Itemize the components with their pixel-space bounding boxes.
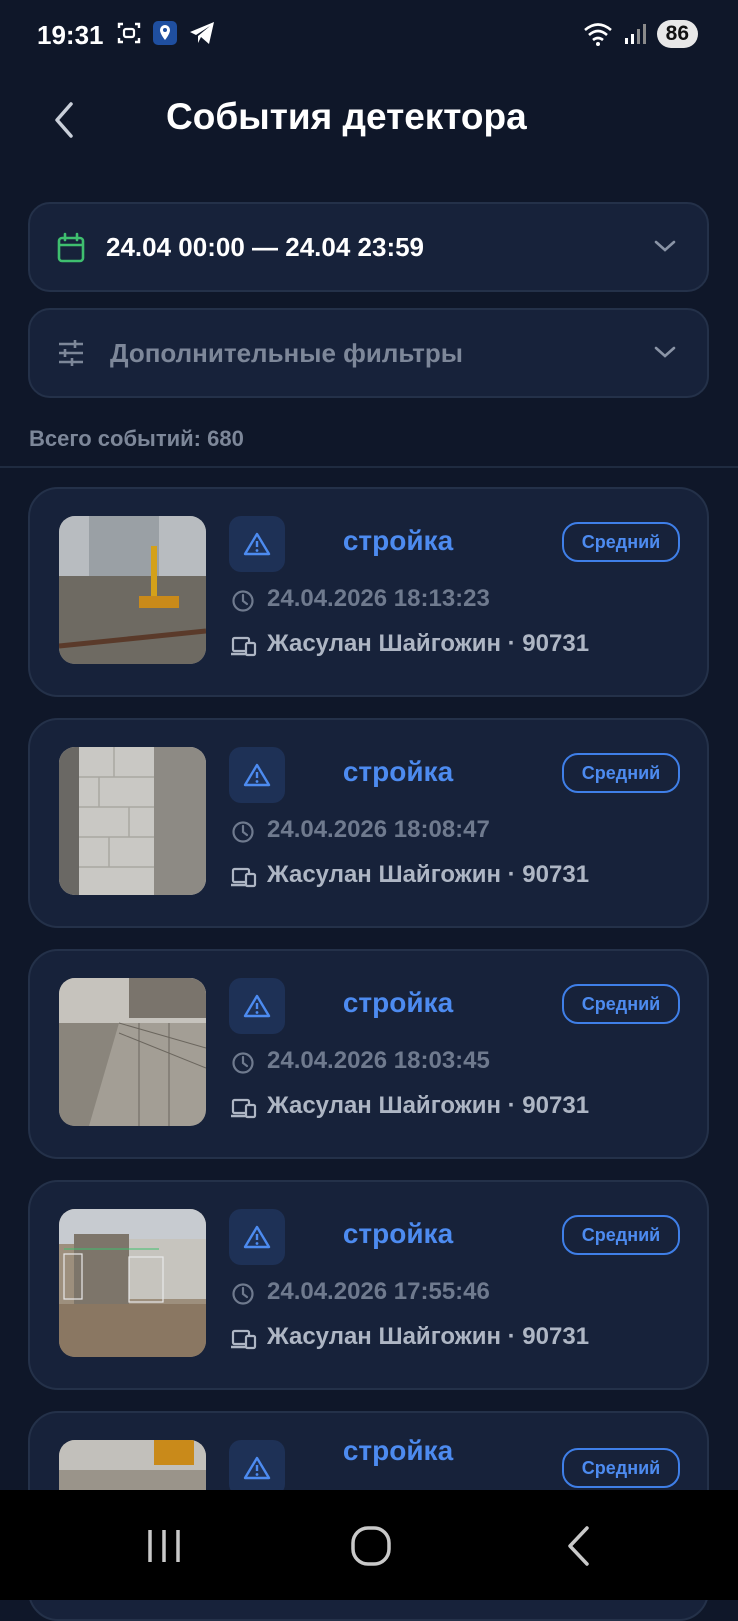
devices-icon — [231, 867, 257, 888]
extra-filters-label: Дополнительные фильтры — [110, 338, 463, 368]
severity-badge: Средний — [562, 984, 680, 1024]
warning-icon-box — [229, 978, 285, 1034]
event-thumbnail — [59, 978, 206, 1126]
chevron-left-icon — [55, 102, 73, 138]
severity-badge: Средний — [562, 753, 680, 793]
event-card[interactable]: стройка Средний 24.04.2026 18:03:45 Жасу… — [28, 949, 709, 1159]
wifi-icon — [583, 23, 612, 46]
warning-icon — [243, 1456, 271, 1480]
event-timestamp: 24.04.2026 18:13:23 — [267, 585, 490, 612]
chevron-down-icon — [654, 240, 676, 252]
event-title: стройка — [342, 1435, 454, 1466]
warning-icon — [243, 1225, 271, 1249]
chevron-down-icon — [654, 346, 676, 358]
extra-filters-dropdown[interactable]: Дополнительные фильтры — [28, 308, 709, 398]
date-range-filter[interactable]: 24.04 00:00 — 24.04 23:59 — [28, 202, 709, 292]
signal-icon — [624, 24, 646, 44]
battery-level: 86 — [656, 20, 698, 48]
devices-icon — [231, 1329, 257, 1350]
event-timestamp: 24.04.2026 18:03:45 — [267, 1047, 490, 1074]
event-card[interactable]: стройка Средний 24.04.2026 18:08:47 Жасу… — [28, 718, 709, 928]
devices-icon — [231, 1098, 257, 1119]
home-icon — [351, 1526, 391, 1566]
event-title: стройка — [342, 1218, 454, 1249]
event-card[interactable]: стройка Средний 24.04.2026 17:55:46 Жасу… — [28, 1180, 709, 1390]
clock-icon — [232, 1052, 254, 1074]
devices-icon — [231, 636, 257, 657]
divider — [0, 466, 738, 468]
event-device: Жасулан Шайгожин · 90731 — [267, 861, 590, 888]
event-thumbnail — [59, 516, 206, 664]
home-button[interactable] — [341, 1518, 401, 1574]
warning-icon — [243, 994, 271, 1018]
severity-badge: Средний — [562, 1215, 680, 1255]
telegram-icon — [190, 22, 214, 44]
event-title: стройка — [342, 525, 454, 556]
event-title: стройка — [342, 987, 454, 1018]
system-navigation-bar — [0, 1490, 738, 1600]
clock-icon — [232, 1283, 254, 1305]
nav-back-icon — [568, 1526, 589, 1566]
status-time: 19:31 — [37, 20, 104, 50]
severity-badge: Средний — [562, 1448, 680, 1488]
page-title: События детектора — [166, 96, 527, 137]
recent-apps-icon — [148, 1530, 180, 1562]
event-device: Жасулан Шайгожин · 90731 — [267, 1092, 590, 1119]
event-title: стройка — [342, 756, 454, 787]
warning-icon-box — [229, 1209, 285, 1265]
date-range-label: 24.04 00:00 — 24.04 23:59 — [106, 232, 425, 262]
event-device: Жасулан Шайгожин · 90731 — [267, 1323, 590, 1350]
warning-icon-box — [229, 747, 285, 803]
location-app-icon — [153, 21, 177, 45]
event-thumbnail — [59, 1209, 206, 1357]
recent-apps-button[interactable] — [134, 1518, 194, 1574]
severity-badge: Средний — [562, 522, 680, 562]
event-card[interactable]: стройка Средний 24.04.2026 18:13:23 Жасу… — [28, 487, 709, 697]
clock-icon — [232, 821, 254, 843]
warning-icon — [243, 763, 271, 787]
status-right-icons: 86 — [583, 20, 698, 48]
back-button[interactable] — [44, 96, 84, 144]
sliders-icon — [59, 340, 83, 366]
event-thumbnail — [59, 747, 206, 895]
warning-icon-box — [229, 516, 285, 572]
event-timestamp: 24.04.2026 17:55:46 — [267, 1278, 490, 1305]
calendar-icon — [57, 232, 85, 263]
clock-icon — [232, 590, 254, 612]
event-timestamp: 24.04.2026 18:08:47 — [267, 816, 490, 843]
total-events-count: Всего событий: 680 — [29, 426, 244, 451]
warning-icon — [243, 532, 271, 556]
warning-icon-box — [229, 1440, 285, 1496]
nav-back-button[interactable] — [548, 1518, 608, 1574]
screenshot-icon — [117, 22, 141, 44]
status-left-icons — [116, 20, 216, 46]
event-device: Жасулан Шайгожин · 90731 — [267, 630, 590, 657]
